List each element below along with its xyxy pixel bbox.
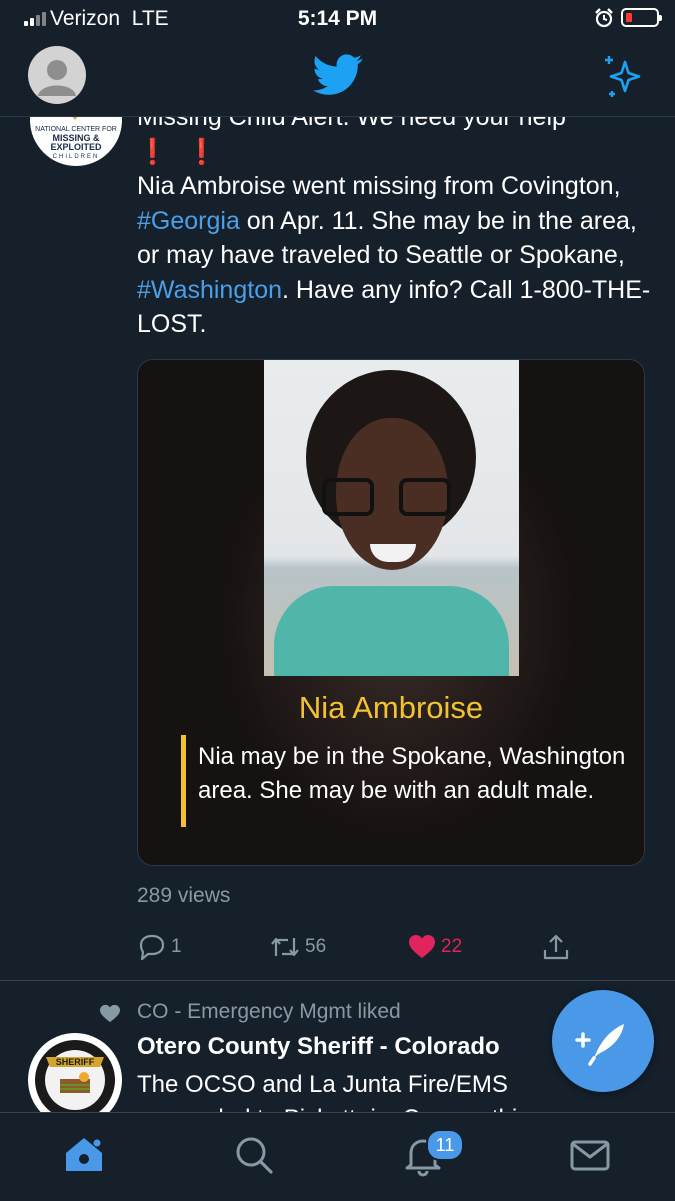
tweet-text-part1: Nia Ambroise went missing from Covington… <box>137 172 621 200</box>
ncmec-logo-line1: NATIONAL CENTER FOR <box>35 126 117 133</box>
ncmec-logo-line4: CHILDREN <box>52 154 100 160</box>
compose-feather-icon <box>575 1024 624 1066</box>
tweet-divider <box>0 980 675 981</box>
reply-icon <box>139 934 165 961</box>
status-time: 5:14 PM <box>297 7 378 30</box>
home-tab-icon[interactable] <box>62 1133 106 1177</box>
retweet-icon <box>271 937 299 957</box>
heart-icon <box>409 935 435 958</box>
messages-tab-icon[interactable] <box>568 1133 612 1177</box>
notifications-badge: 11 <box>426 1129 464 1161</box>
tweet-body: Missing Child Alert. We need your help ❗… <box>137 100 652 342</box>
hashtag-georgia-link[interactable]: #Georgia <box>137 207 240 235</box>
alarm-icon <box>595 8 613 28</box>
tweet-video[interactable]: Nia Ambroise Nia may be in the Spokane, … <box>137 359 645 866</box>
share-icon <box>543 934 569 960</box>
battery-icon <box>621 8 662 27</box>
social-context[interactable]: CO - Emergency Mgmt liked <box>137 1000 401 1024</box>
default-avatar-icon <box>38 60 76 96</box>
liked-heart-icon <box>100 1004 120 1023</box>
twitter-bird-icon[interactable] <box>313 54 363 96</box>
exclamation-icon: ❗ <box>137 137 169 166</box>
video-caption: Nia may be in the Spokane, Washington ar… <box>198 743 626 804</box>
search-tab-icon[interactable] <box>232 1133 276 1177</box>
hashtag-washington-link[interactable]: #Washington <box>137 276 282 304</box>
exclamation-icon: ❗ <box>186 137 218 166</box>
bottom-tab-bar: 11 <box>0 1112 675 1201</box>
compose-tweet-button[interactable] <box>552 990 654 1092</box>
exclamation-row: ❗ ❗ <box>137 135 652 170</box>
retweet-count: 56 <box>305 936 327 957</box>
like-count: 22 <box>441 936 463 957</box>
caption-accent-bar <box>181 735 186 827</box>
video-name-title: Nia Ambroise <box>298 690 484 725</box>
app-header <box>0 38 675 117</box>
ncmec-logo-line2: MISSING & EXPLOITED <box>50 133 102 152</box>
view-count: 289 views <box>137 884 231 907</box>
sparkle-icon[interactable] <box>600 54 646 100</box>
tweet-author-name[interactable]: Otero County Sheriff - Colorado <box>137 1033 500 1061</box>
reply-count: 1 <box>171 936 182 957</box>
status-bar: Verizon LTE 5:14 PM <box>0 0 675 38</box>
tweet-actions: 1 56 22 <box>137 932 577 962</box>
profile-avatar[interactable] <box>28 46 86 104</box>
missing-child-photo <box>264 360 519 676</box>
battery-level <box>626 13 632 22</box>
svg-text:SHERIFF: SHERIFF <box>56 1057 95 1067</box>
